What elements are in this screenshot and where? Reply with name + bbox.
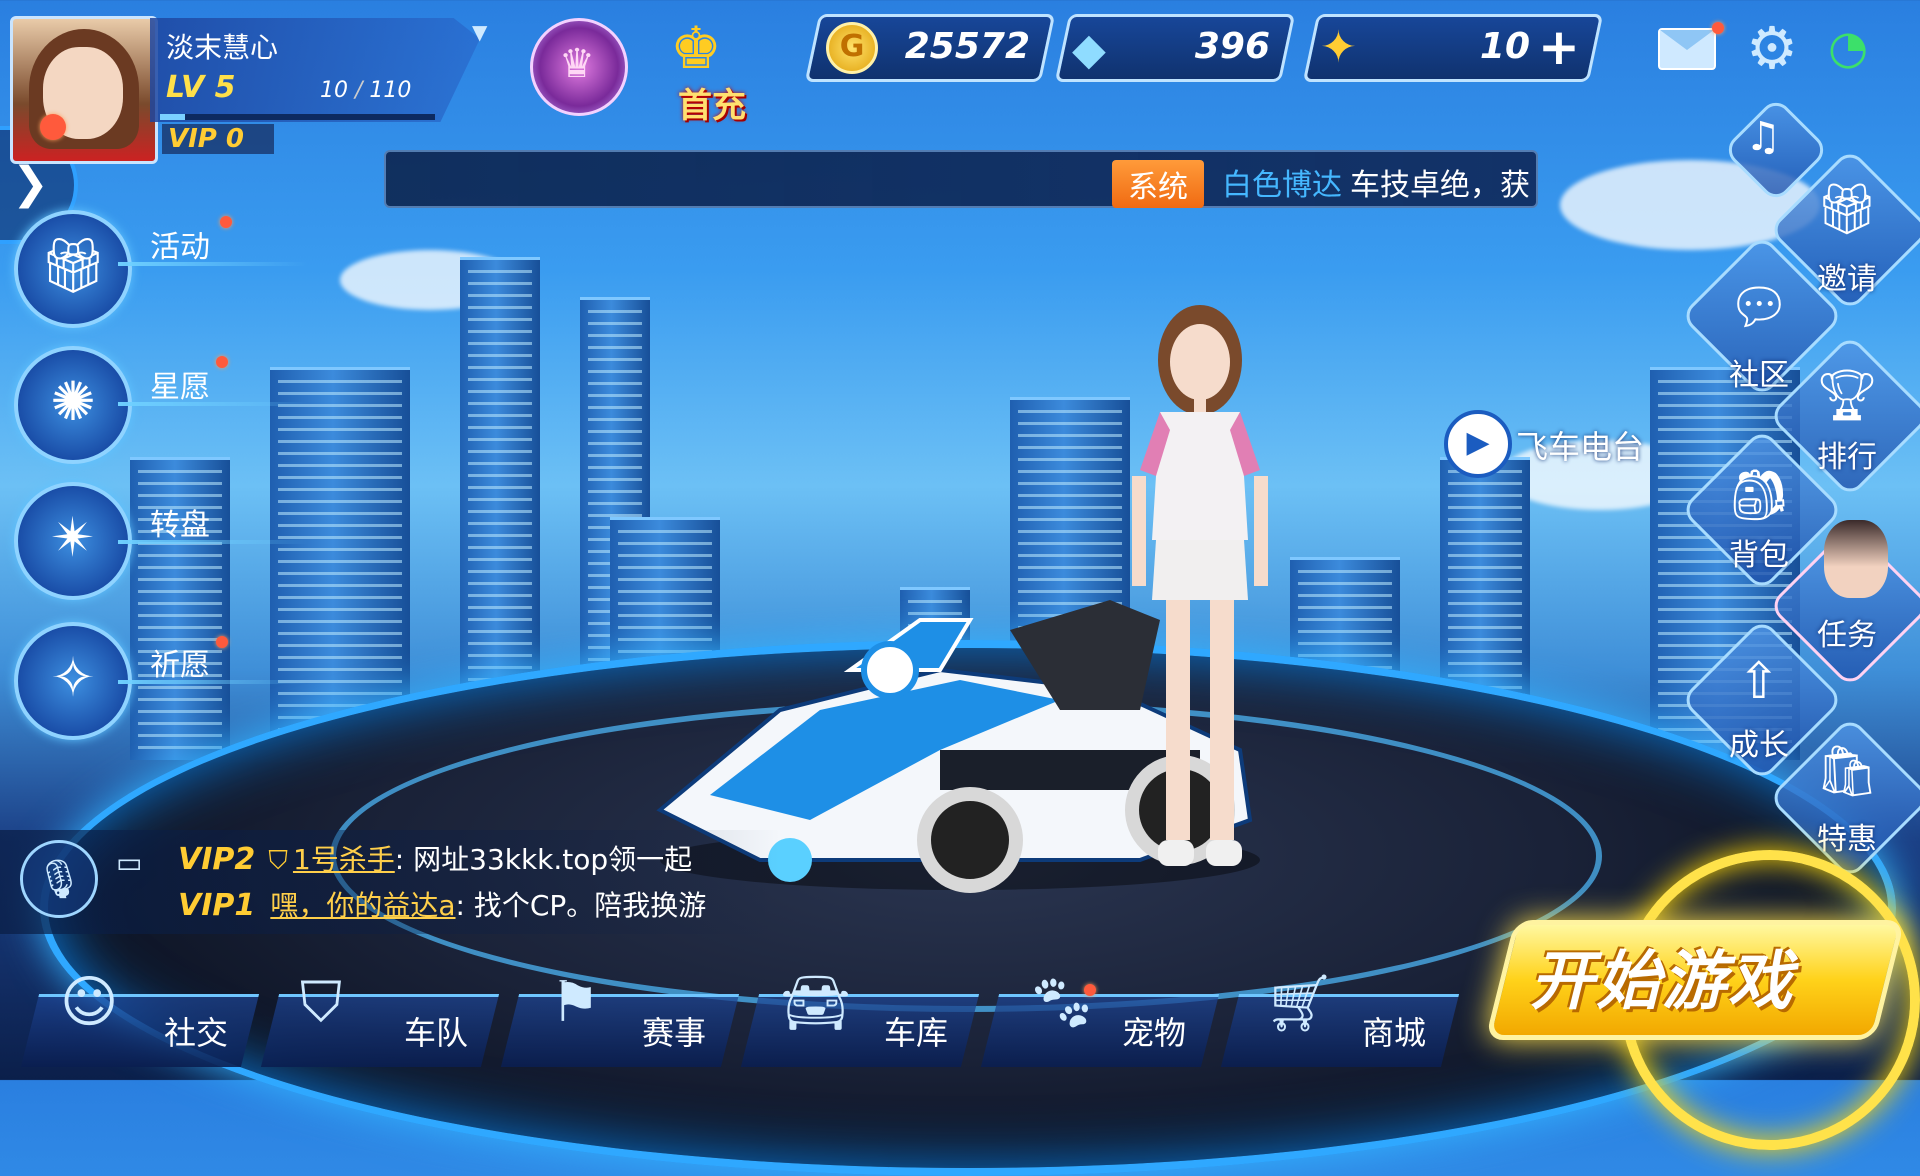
pray-label: 祈愿 [150, 648, 210, 683]
pets-notification-dot [1084, 984, 1096, 996]
chat-vip-tag: VIP2 [178, 842, 256, 877]
nav-team-label: 车队 [404, 1014, 469, 1052]
shopping-bag-icon: 🛍︎ [1815, 742, 1879, 800]
player-exp: 10 / 110 [320, 78, 411, 103]
honor-badge-button[interactable]: ♛ [530, 18, 628, 116]
activity-label: 活动 [150, 230, 210, 265]
chat-message: VIP2 ⛉ 1号杀手: 网址33kkk.top领一起 [178, 838, 692, 878]
invite-gift-icon: 🎁︎ [1815, 180, 1879, 238]
radio-label[interactable]: 飞车电台 [1516, 422, 1644, 468]
pray-underline [118, 680, 308, 684]
crown-icon: ♛ [559, 41, 595, 87]
chat-vip-tag: VIP1 [178, 888, 256, 923]
gold-amount: 25572 [904, 26, 1030, 67]
shop-cart-icon: 🛒︎ [1264, 971, 1336, 1036]
player-name: 淡末慧心 [166, 31, 279, 64]
player-avatar[interactable] [10, 16, 158, 164]
chat-bubble-icon[interactable]: ▭ [116, 846, 142, 879]
nav-pets-label: 宠物 [1122, 1014, 1187, 1052]
task-label: 任务 [1817, 618, 1877, 653]
system-tag: 系统 [1112, 160, 1204, 208]
chat-text: 网址33kkk.top领一起 [413, 843, 693, 876]
wheel-icon: ✴ [50, 506, 96, 569]
exp-progress-fill [160, 114, 185, 120]
pet-paw-icon: 🐾︎ [1026, 971, 1098, 1036]
exp-separator: / [348, 78, 370, 103]
settings-gear-icon[interactable]: ⚙ [1746, 14, 1798, 82]
team-icon: ⛉ [300, 970, 342, 1035]
ticket-amount: 10 [1479, 26, 1530, 67]
star-wish-dot [216, 356, 228, 368]
wheel-underline [118, 540, 308, 544]
rank-shield-icon: ⛉ [268, 846, 288, 876]
star-wish-label: 星愿 [150, 370, 210, 405]
wheel-label: 转盘 [150, 508, 210, 543]
chevron-right-icon: ❯ [12, 158, 49, 209]
magic-wand-icon: ✧ [50, 646, 96, 709]
star-wish-button[interactable]: ✺ [14, 346, 132, 464]
social-icon: ☺ [60, 970, 119, 1035]
start-game-label: 开始游戏 [1530, 945, 1794, 1019]
task-character-portrait [1824, 520, 1888, 598]
dropdown-arrow-icon[interactable]: ▼ [472, 20, 487, 44]
broadcast-text: 车技卓绝，获 [1350, 168, 1530, 203]
ticket-icon: ✦ [1320, 22, 1357, 73]
nav-garage-label: 车库 [884, 1014, 949, 1052]
star-wish-underline [118, 402, 308, 406]
add-tickets-button[interactable]: + [1538, 18, 1580, 76]
chat-separator: : [455, 889, 474, 922]
chat-bubble-icon: 💬︎ [1727, 278, 1791, 336]
exp-max: 110 [369, 78, 412, 103]
nav-social-label: 社交 [164, 1014, 229, 1052]
backpack-label: 背包 [1729, 538, 1789, 573]
garage-car-icon: 🚘︎ [780, 971, 852, 1036]
first-charge-button[interactable]: ♚ 首充 [660, 14, 760, 126]
nav-races-label: 赛事 [642, 1014, 707, 1052]
special-offer-label: 特惠 [1817, 822, 1877, 857]
player-character[interactable] [1120, 300, 1280, 900]
avatar-notification-dot [40, 114, 66, 140]
gold-coin-icon: G [826, 22, 878, 74]
growth-arrow-icon: ⇧ [1738, 652, 1780, 710]
player-level: LV 5 [166, 70, 236, 105]
microphone-icon[interactable]: 🎙︎ [20, 840, 98, 918]
gift-icon: 🎁︎ [38, 234, 108, 297]
steering-crown-icon: ♚ [670, 14, 722, 82]
exp-progress-bar [160, 114, 435, 120]
nav-shop-label: 商城 [1362, 1014, 1427, 1052]
chat-username[interactable]: 嘿，你的益达a [270, 889, 455, 922]
chat-separator: : [394, 843, 414, 876]
mail-icon[interactable] [1658, 28, 1716, 70]
chat-username[interactable]: 1号杀手 [293, 843, 395, 876]
race-flag-icon: ⚑ [550, 970, 601, 1035]
backpack-icon: 🎒︎ [1727, 466, 1791, 524]
chat-message: VIP1 嘿，你的益达a: 找个CP。陪我换游 [178, 884, 706, 924]
wifi-signal-icon: ◔ [1828, 20, 1869, 74]
star-wish-icon: ✺ [50, 370, 96, 433]
diamond-icon: ◆ [1072, 24, 1106, 75]
music-note-icon: ♫ [1745, 114, 1781, 160]
broadcast-user: 白色博达 [1222, 168, 1342, 203]
pray-button[interactable]: ✧ [14, 622, 132, 740]
trophy-icon: 🏆︎ [1815, 366, 1879, 424]
play-radio-icon[interactable]: ▶ [1444, 410, 1512, 478]
vip-level-badge[interactable]: VIP 0 [162, 124, 274, 154]
activity-button[interactable]: 🎁︎ [14, 210, 132, 328]
wheel-button[interactable]: ✴ [14, 482, 132, 600]
chat-text: 找个CP。陪我换游 [473, 889, 707, 922]
diamond-amount: 396 [1194, 26, 1270, 67]
activity-underline [118, 262, 308, 266]
activity-dot [220, 216, 232, 228]
mail-notification-dot [1712, 22, 1724, 34]
first-charge-label: 首充 [678, 86, 746, 126]
pray-dot [216, 636, 228, 648]
exp-current: 10 [320, 78, 348, 103]
